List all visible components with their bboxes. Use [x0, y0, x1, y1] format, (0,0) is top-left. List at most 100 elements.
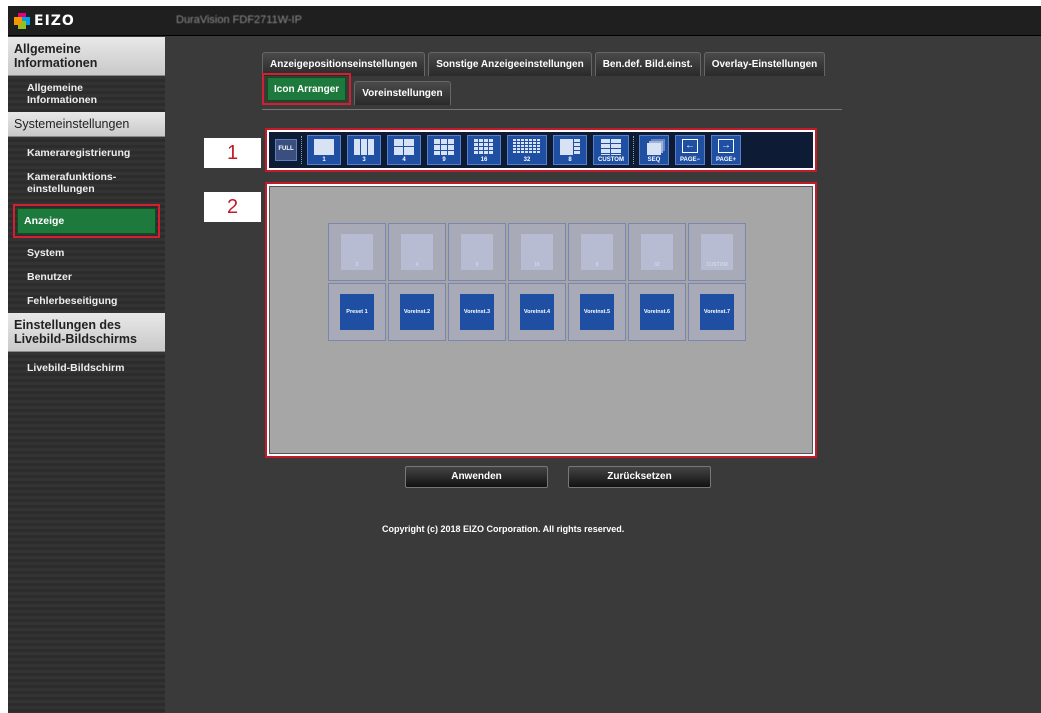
slot-preset-5[interactable]: Voreinst.5: [568, 283, 626, 341]
page-next-button[interactable]: → PAGE+: [711, 135, 741, 165]
tab-user-image[interactable]: Ben.def. Bild.einst.: [594, 52, 701, 76]
sidebar-section-system[interactable]: Systemeinstellungen: [8, 112, 165, 137]
page-prev-label: PAGE−: [679, 157, 701, 163]
sidebar-item-system[interactable]: System: [8, 241, 165, 265]
slot-label: 3: [355, 262, 359, 268]
tab-presets[interactable]: Voreinstellungen: [354, 81, 451, 105]
slot-layout-9[interactable]: 9: [448, 223, 506, 281]
layout-8-icon: 8: [581, 234, 613, 270]
sidebar-section-live[interactable]: Einstellungen des Livebild-Bildschirms: [8, 313, 165, 352]
layout-32-button[interactable]: 32: [507, 135, 547, 165]
slot-label: 16: [534, 262, 540, 268]
logo-mark-icon: [14, 13, 30, 29]
layout-1-button[interactable]: 1: [307, 135, 341, 165]
page-next-label: PAGE+: [715, 157, 737, 163]
toolbar-highlight: FULL 1 3 4 9 16 32 8 CUSTOM SEQ ← PAGE− …: [265, 128, 817, 172]
eizo-logo: EIZO: [14, 11, 75, 31]
full-button[interactable]: FULL: [275, 139, 297, 161]
layout-8-button[interactable]: 8: [553, 135, 587, 165]
tab-other-display[interactable]: Sonstige Anzeigeeinstellungen: [428, 52, 592, 76]
layout-custom-label: CUSTOM: [598, 157, 624, 163]
layout-3-icon: 3: [341, 234, 373, 270]
layout-custom-icon: CUSTOM: [701, 234, 733, 270]
logo-text: EIZO: [34, 13, 75, 29]
icon-grid: 3 4 9 16 8 32 CUSTOM Preset 1 Voreinst.2…: [328, 223, 746, 341]
highlight-box: Anzeige: [13, 204, 160, 238]
page-prev-button[interactable]: ← PAGE−: [675, 135, 705, 165]
sidebar-item-display-wrap: Anzeige: [8, 201, 165, 241]
slot-layout-16[interactable]: 16: [508, 223, 566, 281]
slot-label: 32: [654, 262, 660, 268]
slot-preset-3[interactable]: Voreinst.3: [448, 283, 506, 341]
slot-layout-8[interactable]: 8: [568, 223, 626, 281]
slot-layout-4[interactable]: 4: [388, 223, 446, 281]
tab-overlay[interactable]: Overlay-Einstellungen: [703, 52, 826, 76]
layout-9-icon: [434, 139, 454, 155]
header-bar: EIZO DuraVision FDF2711W-IP: [8, 6, 1041, 36]
layout-32-icon: 32: [641, 234, 673, 270]
preset-5-button[interactable]: Voreinst.5: [580, 294, 614, 330]
layout-16-icon: [474, 139, 494, 155]
layout-toolbar: FULL 1 3 4 9 16 32 8 CUSTOM SEQ ← PAGE− …: [269, 132, 813, 168]
sequence-icon: [647, 143, 661, 155]
apply-button[interactable]: Anwenden: [405, 466, 548, 488]
slot-label: 9: [475, 262, 479, 268]
preset-2-button[interactable]: Voreinst.2: [400, 294, 434, 330]
layout-custom-button[interactable]: CUSTOM: [593, 135, 629, 165]
sidebar-section-general[interactable]: Allgemeine Informationen: [8, 37, 165, 76]
sidebar-item-users[interactable]: Benutzer: [8, 265, 165, 289]
layout-32-icon: [513, 139, 541, 153]
model-name: DuraVision FDF2711W-IP: [176, 14, 302, 26]
layout-4-label: 4: [402, 157, 406, 163]
sidebar-item-camera-registration[interactable]: Kameraregistrierung: [8, 137, 165, 165]
layout-9-label: 9: [442, 157, 446, 163]
layout-8-icon: [560, 139, 580, 155]
slot-layout-3[interactable]: 3: [328, 223, 386, 281]
slot-preset-2[interactable]: Voreinst.2: [388, 283, 446, 341]
copyright-text: Copyright (c) 2018 EIZO Corporation. All…: [382, 524, 625, 534]
preset-4-button[interactable]: Voreinst.4: [520, 294, 554, 330]
layout-4-icon: 4: [401, 234, 433, 270]
full-label: FULL: [278, 146, 294, 152]
layout-16-button[interactable]: 16: [467, 135, 501, 165]
layout-3-icon: [354, 139, 374, 155]
sequence-button[interactable]: SEQ: [639, 135, 669, 165]
slot-label: CUSTOM: [706, 262, 728, 268]
slot-layout-32[interactable]: 32: [628, 223, 686, 281]
slot-preset-7[interactable]: Voreinst.7: [688, 283, 746, 341]
preset-7-button[interactable]: Voreinst.7: [700, 294, 734, 330]
canvas-highlight: 3 4 9 16 8 32 CUSTOM Preset 1 Voreinst.2…: [265, 182, 817, 458]
layout-32-label: 32: [523, 157, 531, 163]
highlight-box: Icon Arranger: [262, 73, 352, 105]
slot-preset-1[interactable]: Preset 1: [328, 283, 386, 341]
icon-arrange-area: 3 4 9 16 8 32 CUSTOM Preset 1 Voreinst.2…: [269, 186, 813, 454]
reset-button[interactable]: Zurücksetzen: [568, 466, 711, 488]
slot-label: 4: [415, 262, 419, 268]
sidebar-item-general-info[interactable]: Allgemeine Informationen: [8, 76, 165, 112]
slot-layout-custom[interactable]: CUSTOM: [688, 223, 746, 281]
separator: [633, 136, 635, 164]
sidebar-item-display[interactable]: Anzeige: [17, 208, 156, 234]
sidebar: Allgemeine Informationen Allgemeine Info…: [8, 37, 165, 713]
slot-preset-6[interactable]: Voreinst.6: [628, 283, 686, 341]
layout-16-label: 16: [480, 157, 488, 163]
sidebar-item-live-screen[interactable]: Livebild-Bildschirm: [8, 352, 165, 380]
tab-icon-arranger[interactable]: Icon Arranger: [267, 77, 347, 101]
arrow-right-icon: →: [718, 139, 734, 153]
preset-3-button[interactable]: Voreinst.3: [460, 294, 494, 330]
sidebar-item-troubleshooting[interactable]: Fehlerbeseitigung: [8, 289, 165, 313]
layout-1-icon: [314, 139, 334, 155]
layout-1-label: 1: [322, 157, 326, 163]
sidebar-item-camera-functions[interactable]: Kamerafunktions-einstellungen: [8, 165, 165, 201]
layout-3-button[interactable]: 3: [347, 135, 381, 165]
preset-6-button[interactable]: Voreinst.6: [640, 294, 674, 330]
layout-custom-icon: [601, 139, 621, 155]
layout-9-button[interactable]: 9: [427, 135, 461, 165]
slot-preset-4[interactable]: Voreinst.4: [508, 283, 566, 341]
preset-1-button[interactable]: Preset 1: [340, 294, 374, 330]
callout-2: 2: [204, 192, 261, 222]
layout-4-icon: [394, 139, 414, 155]
layout-4-button[interactable]: 4: [387, 135, 421, 165]
callout-1: 1: [204, 138, 261, 168]
main-content: Anzeigepositionseinstellungen Sonstige A…: [165, 37, 1041, 713]
